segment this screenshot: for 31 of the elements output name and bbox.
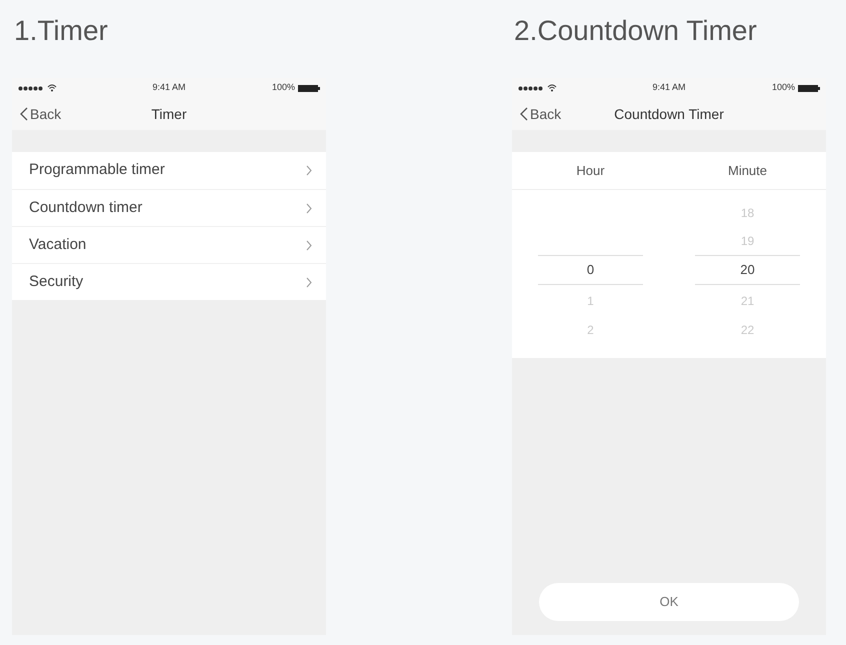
back-button[interactable]: Back (20, 104, 62, 124)
status-time: 9:41 AM (152, 81, 186, 94)
picker-column-label: Hour (576, 162, 605, 180)
menu-item[interactable]: Vacation (12, 226, 326, 263)
chevron-left-icon (20, 107, 28, 121)
menu-item[interactable]: Programmable timer (12, 152, 326, 189)
battery-icon (298, 84, 320, 92)
wifi-icon (47, 84, 57, 92)
wifi-icon (547, 84, 557, 92)
battery-icon (798, 84, 820, 92)
chevron-right-icon (306, 276, 312, 288)
nav-title: Countdown Timer (614, 104, 724, 124)
chevron-right-icon (306, 165, 312, 176)
menu-item[interactable]: Countdown timer (12, 189, 326, 226)
back-button[interactable]: Back (520, 104, 562, 124)
signal-icon (18, 86, 44, 90)
nav-title: Timer (151, 104, 187, 124)
menu-item[interactable]: Security (12, 263, 326, 300)
screen-heading: 1.Timer (14, 15, 108, 46)
picker-value[interactable]: 0 (586, 260, 594, 280)
screen-heading: 2.Countdown Timer (514, 15, 757, 46)
status-time: 9:41 AM (652, 81, 686, 94)
picker-value[interactable]: 20 (740, 260, 755, 280)
signal-icon (518, 86, 544, 90)
chevron-right-icon (306, 240, 312, 250)
ok-button[interactable]: OK (539, 583, 799, 621)
battery-percent: 100% (772, 81, 795, 94)
chevron-left-icon (520, 107, 528, 121)
chevron-right-icon (306, 202, 312, 214)
battery-percent: 100% (272, 81, 295, 94)
picker-column-label: Minute (728, 162, 768, 180)
